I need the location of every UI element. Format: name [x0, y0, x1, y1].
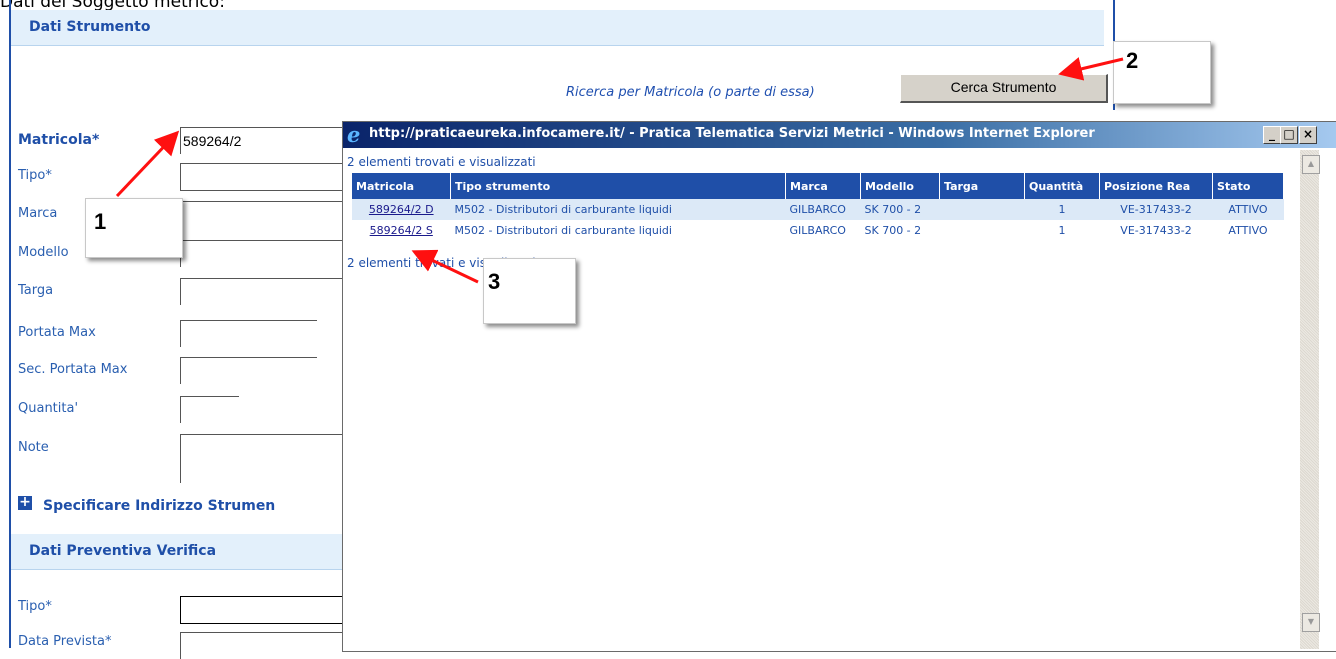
arrow-1-icon: [115, 130, 180, 198]
arrow-3-icon: [411, 249, 479, 284]
annotation-arrows: [115, 57, 1124, 284]
arrow-2-icon: [1058, 57, 1124, 81]
